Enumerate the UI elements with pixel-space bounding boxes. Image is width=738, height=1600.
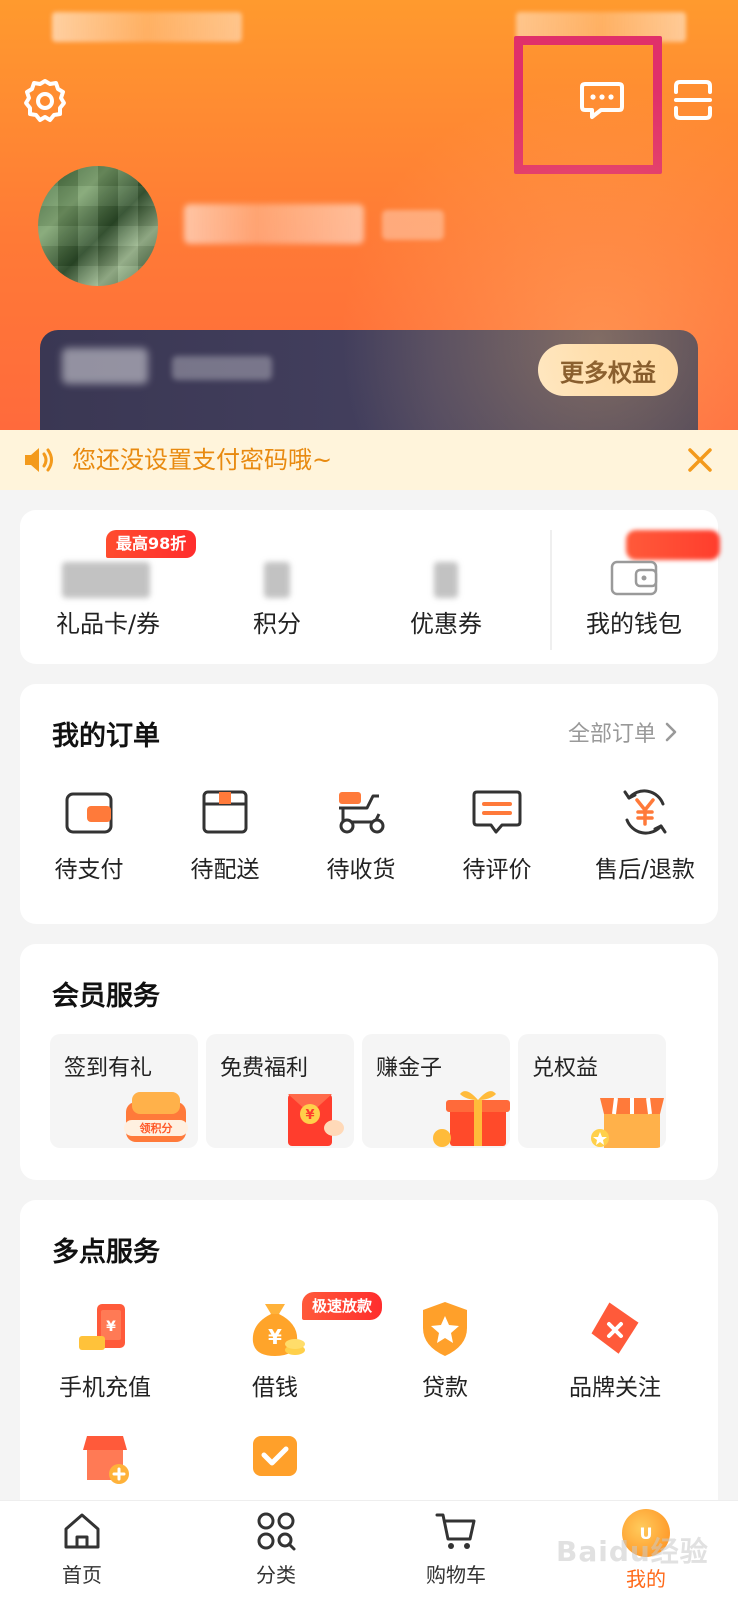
check-shield-icon <box>253 1436 297 1476</box>
membership-name-blurred <box>62 348 148 384</box>
member-services-title: 会员服务 <box>52 981 160 1012</box>
nav-home[interactable]: 首页 <box>22 1509 142 1599</box>
order-pending-payment[interactable]: 待支付 <box>24 782 154 902</box>
shop-plus-icon <box>83 1436 129 1484</box>
tile-label: 赚金子 <box>376 1056 443 1081</box>
order-after-sales[interactable]: 售后/退款 <box>570 782 720 902</box>
member-tile-checkin[interactable]: 签到有礼 领积分 <box>50 1034 198 1148</box>
scan-button[interactable] <box>668 74 718 126</box>
points-value-blurred <box>264 562 290 598</box>
member-tile-free-welfare[interactable]: 免费福利 ¥ <box>206 1034 354 1148</box>
message-button[interactable] <box>576 76 628 126</box>
order-label: 待收货 <box>326 857 396 883</box>
username-blurred <box>184 204 364 244</box>
member-tile-redeem-benefits[interactable]: 兑权益 <box>518 1034 666 1148</box>
home-icon <box>64 1513 100 1549</box>
money-bag-icon: ¥ <box>252 1304 305 1356</box>
shield-star-icon <box>423 1302 467 1356</box>
asset-gift-card[interactable]: 礼品卡/券 <box>34 510 182 664</box>
membership-info-blurred <box>172 356 272 380</box>
package-box-icon <box>202 790 248 834</box>
wallet-pay-icon <box>65 792 113 834</box>
chevron-right-icon <box>665 722 677 742</box>
tag-brand-icon <box>591 1302 639 1354</box>
service-label: 贷款 <box>422 1375 468 1401</box>
member-tile-earn-gold[interactable]: 赚金子 <box>362 1034 510 1148</box>
cart-icon <box>435 1513 476 1549</box>
nav-label: 购物车 <box>426 1563 486 1587</box>
order-label: 售后/退款 <box>595 857 695 883</box>
all-orders-link[interactable]: 全部订单 <box>568 716 678 748</box>
asset-points[interactable]: 积分 <box>210 510 344 664</box>
service-brand-follow[interactable]: 品牌关注 <box>530 1296 700 1416</box>
asset-label: 我的钱包 <box>586 610 682 638</box>
my-orders-card: 我的订单 全部订单 待支付 待配送 待收货 待评价 售后/退款 <box>20 684 718 924</box>
refund-yen-icon <box>623 789 667 835</box>
watermark-logo: Baidu经验 <box>556 1535 709 1568</box>
asset-wallet[interactable]: 我的钱包 <box>550 510 718 664</box>
shop-store-icon <box>591 1097 664 1148</box>
order-pending-review[interactable]: 待评价 <box>432 782 562 902</box>
avatar[interactable] <box>38 166 158 286</box>
svg-text:¥: ¥ <box>268 1325 282 1349</box>
gear-icon <box>24 79 66 122</box>
tile-label: 兑权益 <box>532 1056 599 1081</box>
order-pending-delivery[interactable]: 待配送 <box>160 782 290 902</box>
payment-password-notice[interactable]: 您还没设置支付密码哦~ <box>0 430 738 490</box>
more-benefits-button[interactable]: 更多权益 <box>538 344 678 396</box>
tile-label: 免费福利 <box>220 1056 309 1081</box>
asset-label: 礼品卡/券 <box>55 610 161 638</box>
service-label: 借钱 <box>252 1375 298 1401</box>
close-icon[interactable] <box>684 444 716 476</box>
svg-text:¥: ¥ <box>106 1319 116 1335</box>
service-phone-recharge[interactable]: ¥ 手机充值 <box>20 1296 190 1416</box>
nav-label: 首页 <box>62 1563 102 1587</box>
assets-card: 最高98折 礼品卡/券 积分 优惠券 我的钱包 <box>20 510 720 664</box>
nav-label: 分类 <box>256 1563 296 1587</box>
asset-label: 优惠券 <box>410 610 482 638</box>
speaker-icon <box>25 448 53 472</box>
user-level-blurred <box>382 210 444 240</box>
asset-coupons[interactable]: 优惠券 <box>376 510 516 664</box>
duodian-services-title: 多点服务 <box>52 1237 160 1268</box>
tile-art-text: 领积分 <box>139 1121 173 1135</box>
coupons-value-blurred <box>434 562 458 598</box>
checkin-basket-icon: 领积分 <box>124 1092 188 1142</box>
nav-category[interactable]: 分类 <box>216 1509 336 1599</box>
member-services-card: 会员服务 签到有礼 领积分 免费福利 ¥ 赚金子 兑权益 <box>20 944 718 1180</box>
settings-button[interactable] <box>20 76 70 126</box>
gift-box-icon <box>433 1091 510 1147</box>
all-orders-label: 全部订单 <box>568 722 657 747</box>
message-highlight-box <box>514 36 662 174</box>
orders-title: 我的订单 <box>52 721 160 752</box>
order-label: 待评价 <box>462 857 532 883</box>
gift-card-value-blurred <box>62 562 150 598</box>
service-borrow-money[interactable]: ¥ 借钱 <box>190 1296 360 1416</box>
asset-label: 积分 <box>253 610 301 638</box>
category-grid-icon <box>257 1512 296 1551</box>
status-bar-left-blurred <box>52 12 242 42</box>
nav-cart[interactable]: 购物车 <box>396 1509 516 1599</box>
profile-header: 更多权益 <box>0 0 738 430</box>
order-pending-receipt[interactable]: 待收货 <box>296 782 426 902</box>
phone-recharge-icon: ¥ <box>79 1304 125 1350</box>
message-icon <box>580 82 624 119</box>
service-loan[interactable]: 贷款 <box>360 1296 530 1416</box>
order-label: 待配送 <box>190 857 260 883</box>
tile-art-text: ¥ <box>305 1108 314 1123</box>
scan-icon <box>674 80 712 120</box>
tile-label: 签到有礼 <box>64 1056 153 1081</box>
review-comment-icon <box>472 790 522 834</box>
notice-text: 您还没设置支付密码哦~ <box>72 446 333 474</box>
order-label: 待支付 <box>54 857 124 883</box>
red-envelope-icon: ¥ <box>288 1094 344 1146</box>
delivery-scooter-icon <box>339 792 385 834</box>
service-label: 品牌关注 <box>569 1375 661 1401</box>
service-label: 手机充值 <box>59 1375 151 1401</box>
